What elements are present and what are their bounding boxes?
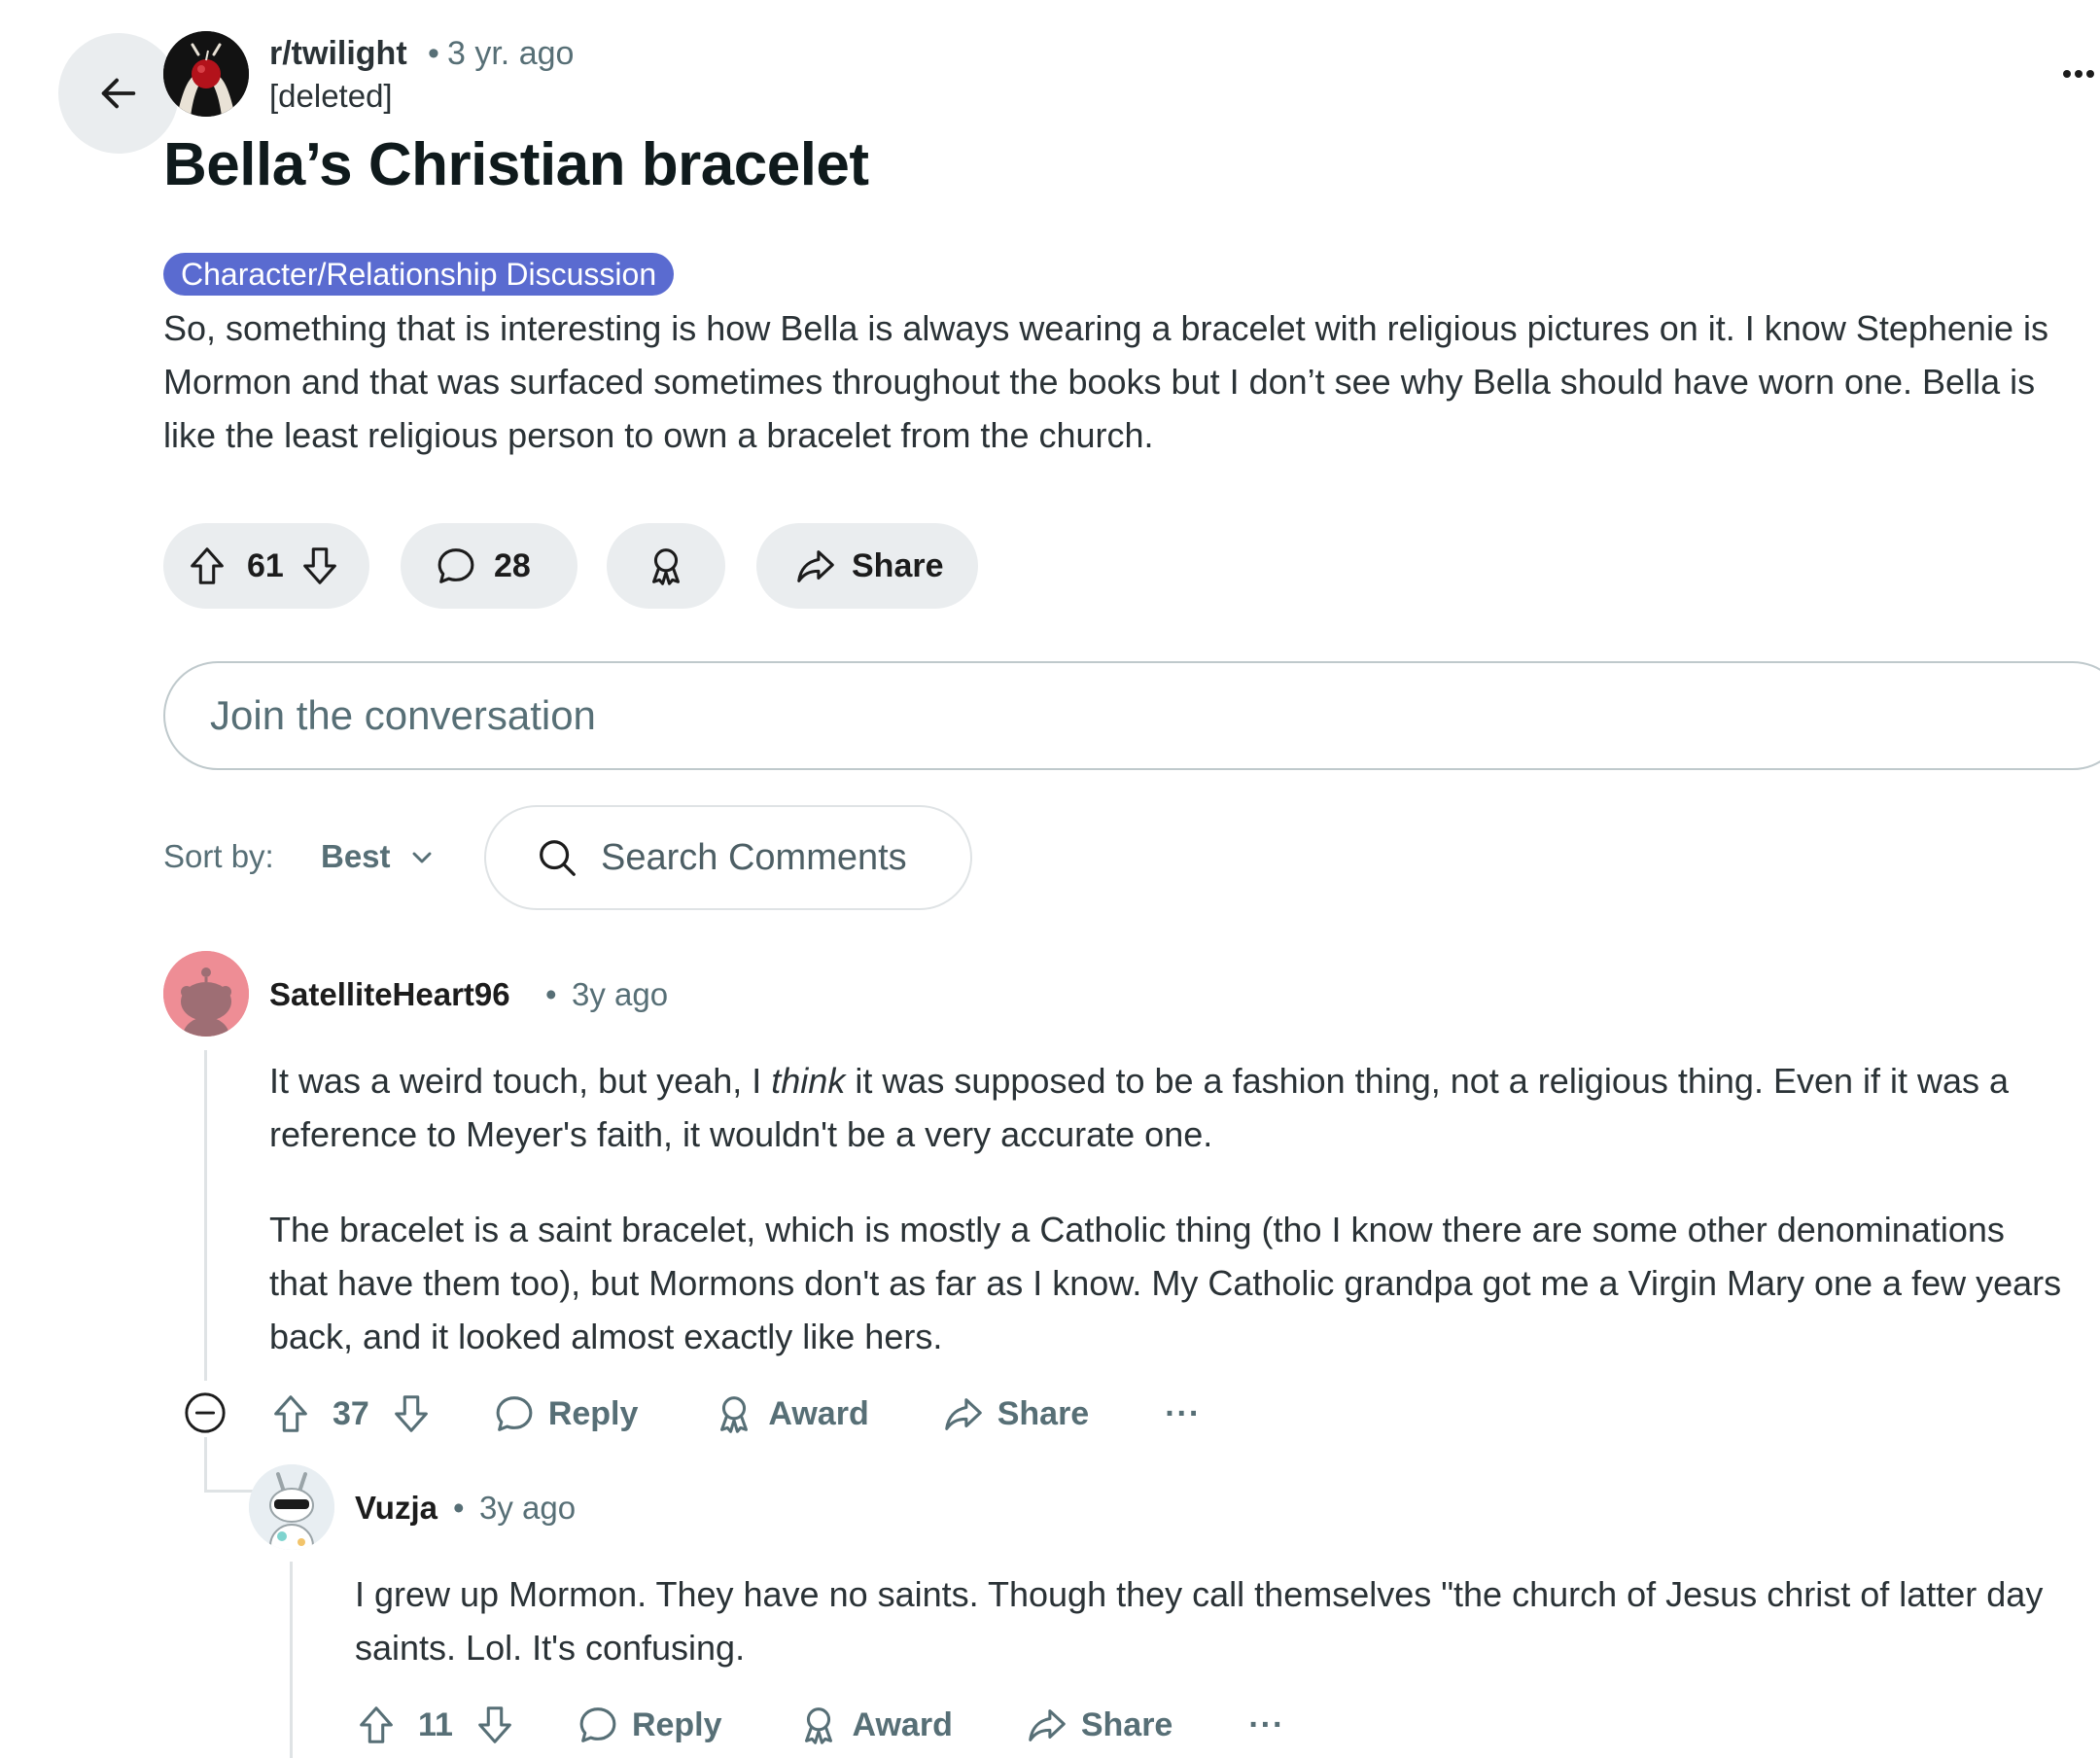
- share-arrow-icon: [797, 550, 834, 582]
- downvote-arrow-icon: [302, 547, 336, 584]
- comment-avatar[interactable]: [249, 1464, 334, 1550]
- collapse-thread-button[interactable]: [183, 1390, 228, 1435]
- upvote-arrow-icon: [360, 1706, 393, 1743]
- award-button[interactable]: [607, 523, 725, 609]
- arrow-left-icon: [101, 78, 136, 109]
- post-body: So, something that is interesting is how…: [163, 308, 2048, 455]
- thread-connector: [204, 1490, 253, 1493]
- vote-bar: 61: [163, 523, 369, 609]
- upvote-button[interactable]: [185, 544, 229, 588]
- separator-dot: •: [545, 976, 557, 1012]
- share-arrow-icon: [1029, 1709, 1066, 1741]
- award-button[interactable]: Award: [712, 1391, 869, 1436]
- comment-age: 3y ago: [479, 1490, 577, 1526]
- share-label: Share: [1080, 1705, 1173, 1743]
- share-label: Share: [852, 546, 944, 584]
- collapse-minus-icon: [185, 1392, 226, 1433]
- search-comments-placeholder: Search Comments: [601, 836, 907, 878]
- more-options-button[interactable]: ···: [1165, 1395, 1201, 1433]
- more-horizontal-icon: [2063, 70, 2094, 78]
- downvote-button[interactable]: [472, 1703, 517, 1747]
- award-button[interactable]: Award: [796, 1703, 953, 1747]
- back-button[interactable]: [58, 33, 179, 154]
- comment-avatar[interactable]: [163, 951, 249, 1037]
- thread-line: [204, 1437, 207, 1492]
- separator-dot: •: [428, 35, 439, 72]
- share-arrow-icon: [944, 1398, 982, 1430]
- reply-button[interactable]: Reply: [576, 1703, 722, 1747]
- award-label: Award: [768, 1394, 869, 1432]
- comment-username[interactable]: Vuzja: [355, 1490, 438, 1527]
- post-title: Bella’s Christian bracelet: [163, 131, 869, 198]
- separator-dot: •: [453, 1490, 465, 1526]
- award-ribbon-icon: [720, 1396, 749, 1433]
- comment-body: It was a weird touch, but yeah, I think …: [269, 1054, 2068, 1363]
- comment-paragraph: I grew up Mormon. They have no saints. T…: [355, 1574, 2044, 1668]
- award-ribbon-icon: [804, 1707, 832, 1744]
- comment-paragraph: The bracelet is a saint bracelet, which …: [269, 1210, 2062, 1356]
- upvote-button[interactable]: [354, 1703, 399, 1747]
- reply-button[interactable]: Reply: [492, 1391, 639, 1436]
- subreddit-name[interactable]: r/twilight: [269, 35, 407, 73]
- post-age: 3 yr. ago: [447, 35, 575, 72]
- join-conversation-input[interactable]: Join the conversation: [163, 661, 2100, 770]
- sort-dropdown-chevron[interactable]: [406, 842, 438, 873]
- chevron-down-icon: [412, 852, 432, 863]
- comments-button[interactable]: 28: [401, 523, 578, 609]
- share-button[interactable]: Share: [756, 523, 978, 609]
- comment-count: 28: [494, 546, 531, 584]
- comment-score: 11: [418, 1705, 453, 1743]
- reply-label: Reply: [547, 1394, 639, 1432]
- share-button[interactable]: Share: [941, 1391, 1090, 1436]
- comment-bubble-icon: [438, 548, 474, 583]
- upvote-arrow-icon: [274, 1395, 307, 1432]
- downvote-arrow-icon: [478, 1706, 511, 1743]
- search-icon: [540, 840, 576, 876]
- search-comments-input[interactable]: Search Comments: [484, 805, 972, 910]
- subreddit-avatar[interactable]: [163, 31, 249, 117]
- comment-age: 3y ago: [572, 976, 669, 1012]
- thread-line: [204, 1050, 207, 1381]
- award-label: Award: [852, 1705, 953, 1743]
- comment-paragraph: It was a weird touch, but yeah, I think …: [269, 1061, 2010, 1154]
- downvote-button[interactable]: [298, 544, 342, 588]
- comment-body: I grew up Mormon. They have no saints. T…: [355, 1567, 2076, 1674]
- share-label: Share: [997, 1394, 1090, 1432]
- more-options-button[interactable]: [2053, 51, 2100, 97]
- post-flair[interactable]: Character/Relationship Discussion: [163, 253, 675, 296]
- sort-label: Sort by:: [163, 838, 274, 874]
- comment-username[interactable]: SatelliteHeart96: [269, 976, 510, 1013]
- award-ribbon-icon: [652, 548, 680, 585]
- sort-dropdown[interactable]: Best: [321, 838, 391, 875]
- post-score: 61: [247, 546, 284, 584]
- reply-label: Reply: [631, 1705, 722, 1743]
- comment-bubble-icon: [579, 1707, 616, 1742]
- snoo-avatar-icon: [163, 951, 249, 1037]
- comment-actions: 11 Reply Award Share ···: [354, 1696, 1284, 1754]
- downvote-arrow-icon: [394, 1395, 428, 1432]
- upvote-arrow-icon: [191, 547, 224, 584]
- apple-hands-icon: [163, 31, 249, 117]
- more-options-button[interactable]: ···: [1248, 1706, 1284, 1744]
- upvote-button[interactable]: [268, 1391, 313, 1436]
- downvote-button[interactable]: [389, 1391, 434, 1436]
- post-author[interactable]: [deleted]: [269, 78, 393, 115]
- comment-actions: 37 Reply Award Share ···: [268, 1385, 1201, 1443]
- snoo-avatar-icon: [249, 1464, 334, 1550]
- comment-score: 37: [332, 1394, 369, 1432]
- comment-bubble-icon: [496, 1396, 533, 1431]
- thread-line: [290, 1562, 293, 1758]
- share-button[interactable]: Share: [1025, 1703, 1173, 1747]
